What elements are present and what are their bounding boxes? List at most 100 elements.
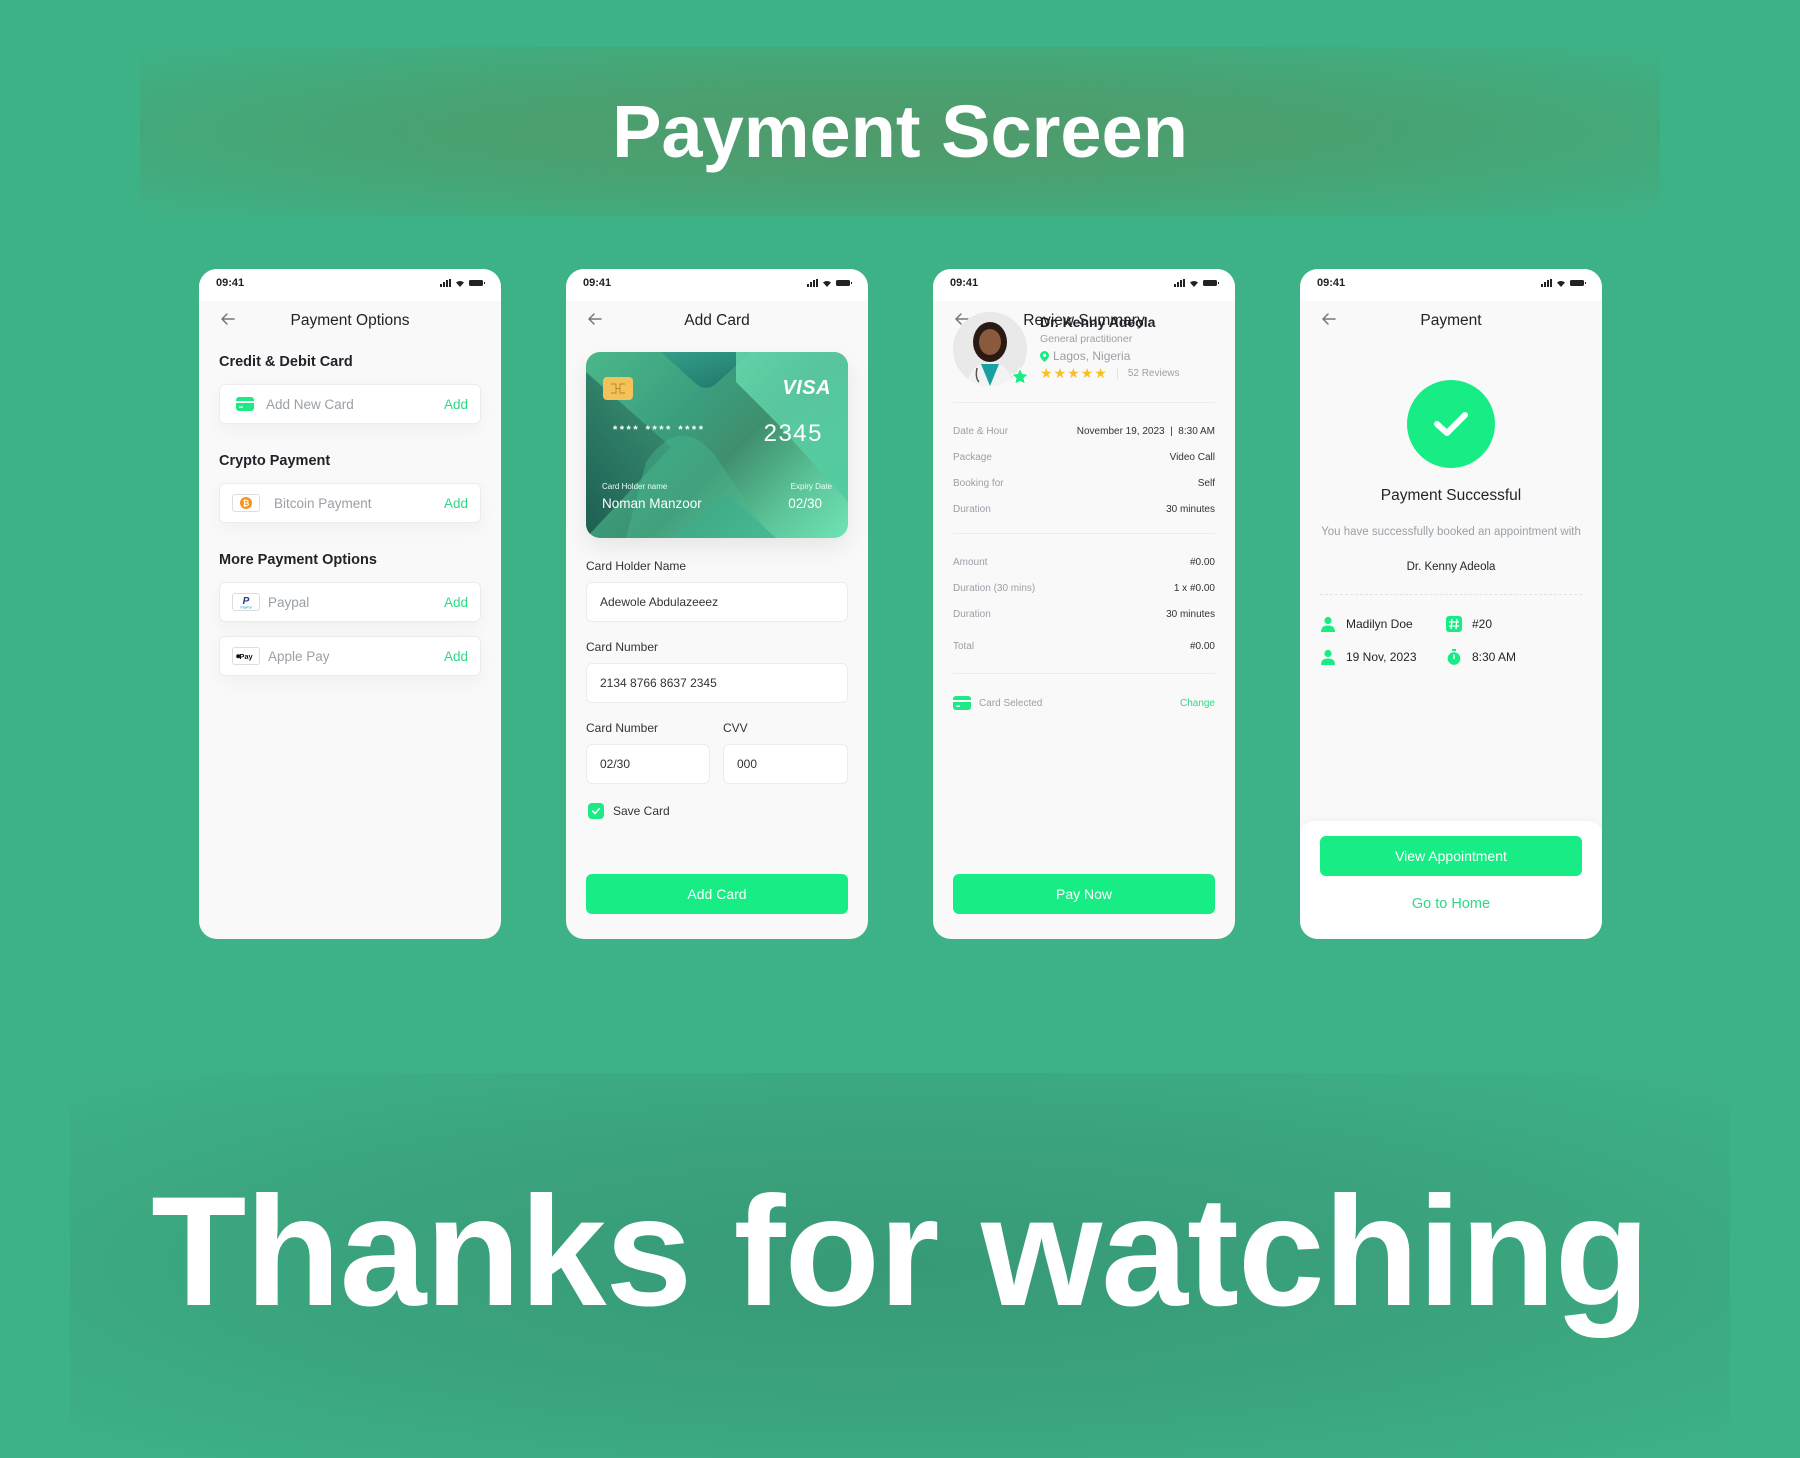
add-card-button[interactable]: Add Card [586,874,848,914]
divider [953,533,1215,534]
detail-row: Booking for Self [953,478,1215,489]
info-time: 8:30 AM [1446,649,1516,665]
option-bitcoin[interactable]: ₿ Bitcoin Payment Add [219,483,481,523]
doctor-specialty: General practitioner [1040,333,1133,345]
doctor-rating: ★ ★ ★ ★ ★ 52 Reviews [1040,366,1180,380]
detail-row: Duration 30 minutes [953,504,1215,515]
pricing-row: Amount #0.00 [953,557,1215,568]
svg-text:Pay: Pay [239,652,253,661]
rating-stars: ★ ★ ★ ★ ★ [1040,366,1107,380]
status-bar: 09:41 [933,269,1235,301]
phone-payment-success: 09:41 Payment Payment Successful You hav… [1300,269,1602,939]
battery-icon [469,280,485,286]
success-doctor-name: Dr. Kenny Adeola [1406,561,1496,573]
page-title: Payment Screen [612,90,1188,173]
go-to-home-link[interactable]: Go to Home [1300,896,1602,912]
user-icon [1321,649,1335,665]
dashed-divider [1320,594,1582,595]
credit-card-icon [953,696,971,710]
divider [953,402,1215,403]
option-label: Add New Card [266,396,354,412]
phone-review-summary: 09:41 Review Summary Dr. Kenny Adeola Ge… [933,269,1235,939]
stopwatch-icon [1447,649,1461,665]
detail-row: Date & Hour November 19, 2023 | 8:30 AM [953,426,1215,437]
info-patient: Madilyn Doe [1320,616,1413,632]
wifi-icon [456,280,464,287]
footer-text: Thanks for watching [151,1165,1650,1339]
option-paypal[interactable]: P PayPal Paypal Add [219,582,481,622]
phone-add-card: 09:41 Add Card VISA **** **** **** 2345 [566,269,868,939]
card-last4: 2345 [763,420,823,447]
credit-card-icon [232,395,258,413]
section-title-crypto: Crypto Payment [219,453,331,469]
doctor-location: Lagos, Nigeria [1040,349,1130,363]
user-icon [1321,616,1335,632]
signal-icon [440,279,451,287]
card-holder-name: Noman Manzoor [602,496,702,511]
star-icon: ★ [1053,365,1067,381]
card-expiry-label: Expiry Date [790,482,832,491]
title-band: Payment Screen [140,47,1660,216]
save-card-label: Save Card [613,804,670,818]
card-number-label: Card Number [586,640,659,654]
signal-icon [807,279,818,287]
battery-icon [1570,280,1586,286]
info-date: 19 Nov, 2023 [1320,649,1417,665]
cvv-input[interactable] [723,744,848,784]
success-heading: Payment Successful [1380,487,1522,504]
add-link[interactable]: Add [444,397,468,412]
phone-payment-options: 09:41 Payment Options Credit & Debit Car… [199,269,501,939]
success-check-icon [1407,380,1495,468]
star-icon: ★ [1080,365,1094,381]
pay-now-button[interactable]: Pay Now [953,874,1215,914]
expiry-input[interactable] [586,744,710,784]
battery-icon [836,280,852,286]
pricing-row: Duration (30 mins) 1 x #0.00 [953,583,1215,594]
section-title-cards: Credit & Debit Card [219,354,353,370]
card-masked-number: **** **** **** [613,424,706,436]
battery-icon [1203,280,1219,286]
star-icon: ★ [1040,365,1053,381]
option-add-new-card[interactable]: Add New Card Add [219,384,481,424]
status-bar: 09:41 [566,269,868,301]
status-time: 09:41 [1317,277,1346,289]
add-link[interactable]: Add [444,496,468,511]
card-number-input[interactable] [586,663,848,703]
reviews-count: 52 Reviews [1127,367,1180,379]
wifi-icon [1190,280,1198,287]
status-time: 09:41 [216,277,245,289]
star-icon: ★ [1067,365,1080,381]
location-pin-icon [1040,350,1049,362]
card-holder-label: Card Holder name [602,482,668,491]
pricing-row: Duration 30 minutes [953,609,1215,620]
cvv-label: CVV [723,721,748,735]
paypal-icon: P PayPal [232,593,260,611]
info-number: #20 [1446,616,1492,632]
change-payment-link[interactable]: Change [1180,698,1215,709]
payment-method-label: Card Selected [979,697,1043,709]
holder-name-input[interactable] [586,582,848,622]
detail-row: Package Video Call [953,452,1215,463]
status-time: 09:41 [950,277,979,289]
expiry-label: Card Number [586,721,659,735]
screen-title: Add Card [684,312,750,329]
screen-title: Payment Options [290,312,410,329]
signal-icon [1541,279,1552,287]
card-preview: VISA **** **** **** 2345 Card Holder nam… [586,352,848,538]
screen-title: Payment [1420,312,1482,329]
view-appointment-button[interactable]: View Appointment [1320,836,1582,876]
doctor-name: Dr. Kenny Adeola [1040,314,1156,330]
divider [953,673,1215,674]
option-apple-pay[interactable]: Pay Apple Pay Add [219,636,481,676]
payment-method-row: Card Selected Change [953,696,1215,710]
add-link[interactable]: Add [444,649,468,664]
status-bar: 09:41 [1300,269,1602,301]
visa-logo: VISA [782,377,831,399]
hashtag-icon [1446,616,1462,632]
add-link[interactable]: Add [444,595,468,610]
wifi-icon [1557,280,1565,287]
action-sheet: View Appointment Go to Home [1300,821,1602,939]
save-card-checkbox[interactable] [588,803,604,819]
success-message: You have successfully booked an appointm… [1321,526,1581,538]
svg-text:₿: ₿ [243,499,250,508]
